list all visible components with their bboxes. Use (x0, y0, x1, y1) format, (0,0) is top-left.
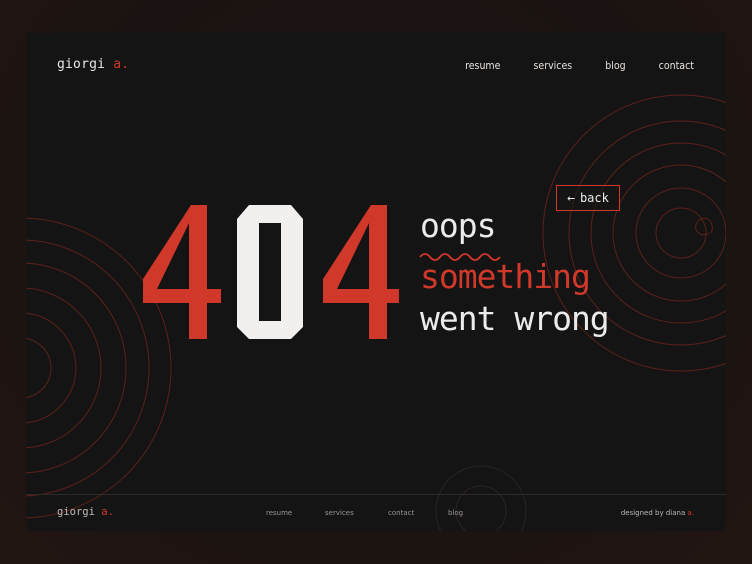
footer-logo-accent: a. (101, 506, 114, 518)
back-button-label: back (579, 191, 609, 205)
back-button[interactable]: ← back (556, 185, 620, 211)
logo-name: giorgi (57, 57, 106, 72)
error-line-oops: oops (420, 206, 496, 245)
footer-nav-contact[interactable]: contact (388, 509, 414, 517)
error-digit-first (143, 205, 221, 339)
designer-credit: designed by diana a. (621, 509, 694, 517)
nav-item-blog[interactable]: blog (605, 60, 625, 72)
error-line-something: something (420, 257, 591, 296)
error-digit-middle (237, 205, 303, 339)
error-digit-last (323, 205, 399, 339)
footer-logo[interactable]: giorgi a. (57, 506, 114, 518)
footer-nav-blog[interactable]: blog (448, 509, 463, 517)
footer-nav-services[interactable]: services (325, 509, 354, 517)
nav-item-resume[interactable]: resume (465, 60, 500, 72)
site-logo[interactable]: giorgi a. (57, 57, 129, 72)
credit-accent: a. (687, 509, 694, 517)
error-line-went-wrong: went wrong (420, 299, 610, 338)
error-code-404 (143, 205, 399, 339)
page-background: giorgi a. resume services blog contact o… (0, 0, 752, 564)
nav-item-services[interactable]: services (533, 60, 572, 72)
page-frame: giorgi a. resume services blog contact o… (26, 33, 726, 531)
footer-logo-name: giorgi (57, 506, 95, 518)
credit-text: designed by diana (620, 509, 686, 517)
wave-divider (419, 253, 501, 261)
arrow-left-icon: ← (567, 190, 575, 206)
main-nav: resume services blog contact (432, 60, 694, 72)
logo-accent: a. (113, 57, 130, 72)
nav-item-contact[interactable]: contact (659, 60, 694, 72)
error-message: oops something went wrong (420, 206, 610, 339)
footer-nav-resume[interactable]: resume (266, 509, 292, 517)
footer-divider (26, 494, 726, 495)
